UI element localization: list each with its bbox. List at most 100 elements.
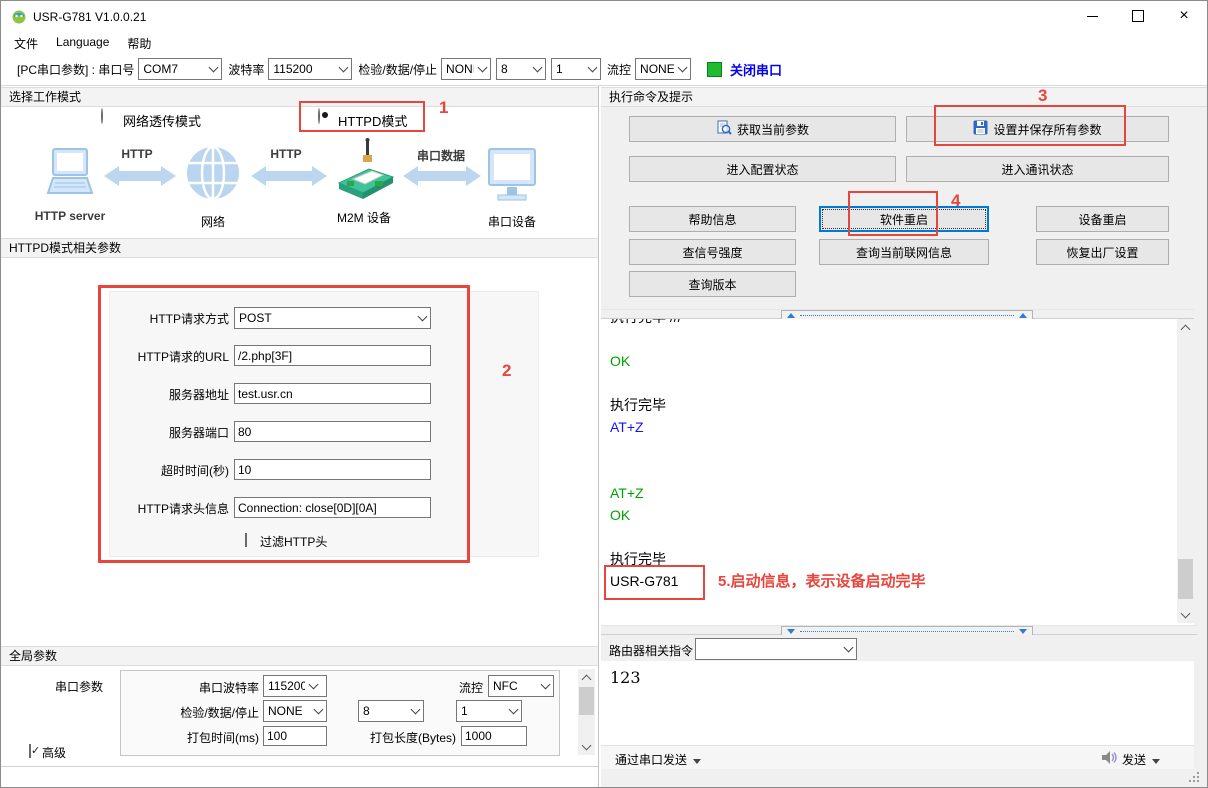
radio-httpd-mode[interactable] (318, 108, 320, 124)
send-input-text[interactable]: 123 (610, 668, 641, 687)
work-mode-title: 选择工作模式 (9, 90, 81, 104)
chevron-down-icon (310, 701, 326, 721)
advanced-checkbox[interactable] (29, 744, 31, 758)
save-params-button[interactable]: 设置并保存所有参数 (906, 116, 1169, 142)
log-terminal[interactable]: 执行完毕 /// OK 执行完毕 AT+Z AT+Z OK 执行完毕 USR-G… (601, 319, 1177, 623)
splitter-dots (800, 631, 1014, 632)
check-signal-label: 查信号强度 (682, 244, 742, 261)
scroll-up-icon[interactable] (578, 669, 595, 686)
chevron-down-icon (584, 59, 600, 79)
enter-comm-label: 进入通讯状态 (1001, 161, 1073, 178)
scrollbar-thumb[interactable] (579, 687, 594, 715)
server-port-input[interactable] (234, 421, 431, 442)
send-input-area[interactable]: 123 (601, 661, 1194, 745)
scroll-down-icon[interactable] (1177, 606, 1194, 623)
send-bar: 通过串口发送 发送 (601, 745, 1194, 769)
log-line-boxed: USR-G781 5.启动信息，表示设备启动完毕 (610, 570, 1177, 592)
enter-config-button[interactable]: 进入配置状态 (629, 156, 896, 182)
scroll-up-icon[interactable] (1177, 319, 1194, 336)
http-method-select[interactable]: POST (234, 307, 431, 329)
router-command-select[interactable] (695, 638, 857, 660)
gl-flow-select[interactable]: NFC (488, 675, 554, 697)
close-icon: × (1179, 7, 1188, 25)
gl-parity-label: 检验/数据/停止 (101, 704, 259, 721)
annotation-note-5: 5.启动信息，表示设备启动完毕 (718, 571, 926, 593)
annotation-number-3: 3 (1038, 86, 1047, 106)
menu-language[interactable]: Language (47, 31, 118, 53)
log-line: AT+Z (610, 416, 1177, 438)
soft-restart-button[interactable]: 软件重启 (819, 206, 989, 232)
diagram-serial-data-label: 串口数据 (409, 147, 473, 164)
log-splitter-top[interactable] (601, 309, 1197, 319)
radio-httpd-label[interactable]: HTTPD模式 (338, 111, 407, 130)
commands-title: 执行命令及提示 (609, 90, 693, 104)
filter-http-label[interactable]: 过滤HTTP头 (260, 533, 327, 550)
log-line (610, 372, 1177, 394)
radio-transparent-label[interactable]: 网络透传模式 (123, 111, 201, 130)
baud-select[interactable]: 115200 (268, 58, 352, 80)
http-header-input[interactable] (234, 497, 431, 518)
httpd-params-header: HTTPD模式相关参数 (1, 238, 598, 258)
gl-databits-select[interactable]: 8 (358, 700, 424, 722)
annotation-number-1: 1 (439, 98, 448, 118)
radio-transparent-mode[interactable] (101, 108, 103, 124)
flow-select[interactable]: NONE (635, 58, 691, 80)
send-button[interactable]: 发送 (1122, 751, 1160, 768)
chevron-down-icon (335, 59, 351, 79)
device-restart-label: 设备重启 (1078, 211, 1126, 228)
resize-grip[interactable] (1197, 780, 1199, 782)
advanced-label[interactable]: 高级 (42, 744, 66, 761)
pack-len-label: 打包长度(Bytes) (331, 729, 456, 746)
flow-label: 流控 (607, 61, 631, 78)
device-restart-button[interactable]: 设备重启 (1036, 206, 1169, 232)
com-port-select[interactable]: COM7 (138, 58, 222, 80)
save-params-label: 设置并保存所有参数 (993, 121, 1101, 138)
log-line: OK (610, 504, 1177, 526)
arrow-icon (104, 163, 176, 192)
gl-stopbits-select[interactable]: 1 (456, 700, 522, 722)
pack-len-input[interactable] (461, 726, 527, 746)
help-info-button[interactable]: 帮助信息 (629, 206, 796, 232)
check-signal-button[interactable]: 查信号强度 (629, 239, 796, 265)
diagram-http-label-1: HTTP (114, 147, 160, 161)
maximize-button[interactable] (1115, 1, 1161, 31)
m2m-device-icon (335, 137, 397, 208)
enter-config-label: 进入配置状态 (726, 161, 798, 178)
send-via-serial-menu[interactable]: 通过串口发送 (615, 751, 701, 768)
databits-select[interactable]: 8 (496, 58, 546, 80)
pack-time-input[interactable] (263, 726, 327, 746)
global-params-header: 全局参数 (1, 646, 598, 666)
menu-help[interactable]: 帮助 (118, 31, 160, 53)
close-button[interactable]: × (1161, 1, 1207, 31)
collapse-down-icon (1019, 629, 1027, 634)
check-network-button[interactable]: 查询当前联网信息 (819, 239, 989, 265)
scrollbar-thumb[interactable] (1178, 559, 1193, 599)
check-version-button[interactable]: 查询版本 (629, 271, 796, 297)
http-url-input[interactable] (234, 345, 431, 366)
filter-http-checkbox[interactable] (245, 533, 247, 547)
scroll-down-icon[interactable] (578, 738, 595, 755)
server-address-label: 服务器地址 (61, 386, 229, 403)
chevron-down-icon (537, 676, 553, 696)
log-scrollbar[interactable] (1177, 319, 1194, 623)
server-address-input[interactable] (234, 383, 431, 404)
global-params-scrollbar[interactable] (578, 669, 595, 755)
minimize-button[interactable] (1069, 1, 1115, 31)
menu-file[interactable]: 文件 (5, 31, 47, 53)
port-open-indicator (707, 62, 722, 77)
get-params-button[interactable]: 获取当前参数 (629, 116, 896, 142)
send-button-label: 发送 (1122, 753, 1146, 767)
close-port-link[interactable]: 关闭串口 (730, 60, 782, 79)
pc-serial-label: [PC串口参数] : 串口号 (17, 61, 134, 78)
factory-reset-button[interactable]: 恢复出厂设置 (1036, 239, 1169, 265)
chevron-down-icon (474, 59, 490, 79)
http-header-label: HTTP请求头信息 (61, 500, 229, 517)
parity-select[interactable]: NONI (441, 58, 491, 80)
enter-comm-button[interactable]: 进入通讯状态 (906, 156, 1169, 182)
gl-parity-select[interactable]: NONE (263, 700, 327, 722)
log-splitter-bottom[interactable] (601, 625, 1197, 635)
stopbits-select[interactable]: 1 (551, 58, 601, 80)
timeout-input[interactable] (234, 459, 431, 480)
gl-baud-select[interactable]: 115200 (263, 675, 327, 697)
get-params-label: 获取当前参数 (737, 121, 809, 138)
